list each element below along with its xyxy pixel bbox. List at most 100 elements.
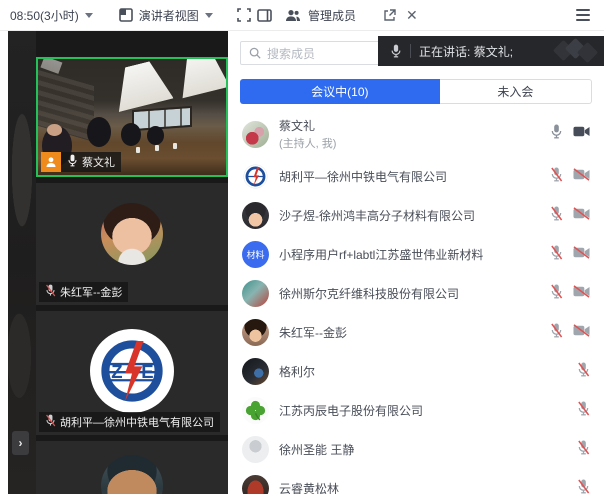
member-av-controls [550,206,590,226]
camera-muted-icon[interactable] [573,245,590,264]
mic-muted-icon[interactable] [577,479,590,494]
member-avatar-flower-photo [242,120,269,148]
member-av-controls [550,124,590,144]
camera-on-icon[interactable] [573,125,590,143]
mic-muted-icon[interactable] [577,401,590,421]
participant-avatar [101,203,163,265]
member-av-controls [577,479,590,494]
member-name: 云睿黄松林 [279,482,340,494]
member-name: 蔡文礼 [279,119,316,133]
video-tile-partial[interactable] [36,441,228,494]
main-stage-video-edge [8,31,36,494]
mic-muted-icon [45,284,56,300]
expand-panel-arrow[interactable]: › [12,431,29,455]
room-window [132,105,193,132]
video-thumbnail-column: 蔡文礼 朱红军--金彭 Z E 胡利平—徐州中铁电气有限公司 [36,31,228,494]
popout-panel-button[interactable] [380,6,398,24]
tab-in-meeting[interactable]: 会议中(10) [240,79,440,104]
camera-muted-icon[interactable] [573,323,590,342]
member-name: 胡利平—徐州中铁电气有限公司 [279,170,448,184]
video-tile[interactable]: Z E 胡利平—徐州中铁电气有限公司 [36,311,228,435]
now-speaking-toast: 正在讲话: 蔡文礼; [378,36,604,66]
meeting-time-dropdown[interactable]: 08:50(3小时) [10,7,93,24]
member-row[interactable]: 朱红军--金彭 [228,313,604,352]
member-avatar-dark-photo [242,358,269,385]
camera-muted-icon[interactable] [573,284,590,303]
svg-text:E: E [141,361,153,382]
member-avatar-red-photo [242,475,269,494]
mic-muted-icon[interactable] [550,323,563,343]
now-speaking-name: 蔡文礼; [473,44,514,59]
video-tile-active-speaker[interactable]: 蔡文礼 [36,57,228,177]
member-avatar-cartoon-face [242,202,269,229]
mic-muted-icon [45,414,56,430]
view-mode-label: 演讲者视图 [138,8,199,23]
member-av-controls [577,401,590,421]
camera-muted-icon[interactable] [573,206,590,225]
member-row[interactable]: 蔡文礼 (主持人, 我) [228,111,604,157]
search-placeholder: 搜索成员 [267,46,316,61]
mic-active-icon [390,44,402,58]
tab-not-joined[interactable]: 未入会 [439,79,592,104]
member-name: 朱红军--金彭 [279,326,347,340]
search-icon [249,47,261,59]
mic-muted-icon[interactable] [550,206,563,226]
panel-title: 管理成员 [308,8,357,23]
mic-muted-icon[interactable] [550,284,563,304]
manage-members-panel: 搜索成员 正在讲话: 蔡文礼; 会议中(10) 未入会 蔡文礼 (主持人, 我) [228,31,604,494]
member-name: 格利尔 [279,365,316,379]
app-watermark-logo [552,37,599,64]
member-name: 沙子煜-徐州鸿丰高分子材料有限公司 [279,209,475,223]
member-name: 徐州斯尔克纤维科技股份有限公司 [279,287,460,301]
member-name: 江苏丙辰电子股份有限公司 [279,404,424,418]
member-av-controls [577,440,590,460]
member-row[interactable]: 徐州圣能 王静 [228,430,604,469]
member-row[interactable]: 格利尔 [228,352,604,391]
member-name: 小程序用户rf+labtl江苏盛世伟业新材料 [279,248,484,262]
member-list: 蔡文礼 (主持人, 我) 胡利平—徐州中铁电气有限公司 沙子煜-徐州鸿丰高分子材… [228,111,604,494]
mic-muted-icon[interactable] [577,440,590,460]
speaker-view-icon [117,6,135,24]
member-avatar-blue-text: 材料 [242,241,269,268]
video-tile-name: 蔡文礼 [82,157,115,169]
main-stage-sliver: › [0,31,36,494]
video-tile[interactable]: 朱红军--金彭 [36,183,228,305]
camera-muted-icon[interactable] [573,167,590,186]
mic-muted-icon[interactable] [550,167,563,187]
member-av-controls [550,284,590,304]
host-badge-icon [41,152,61,172]
member-row[interactable]: 胡利平—徐州中铁电气有限公司 [228,157,604,196]
member-tabs: 会议中(10) 未入会 [240,79,592,104]
svg-text:Z: Z [111,361,122,382]
mic-on-icon [67,154,78,170]
menu-button[interactable] [574,7,592,23]
member-row[interactable]: 材料 小程序用户rf+labtl江苏盛世伟业新材料 [228,235,604,274]
member-av-controls [577,362,590,382]
member-avatar-clover [242,397,269,424]
member-row[interactable]: 江苏丙辰电子股份有限公司 [228,391,604,430]
member-avatar-gray-photo [242,436,269,463]
mic-muted-icon[interactable] [550,245,563,265]
view-mode-dropdown[interactable]: 演讲者视图 [117,6,213,24]
member-avatar-girl-photo [242,319,269,346]
close-panel-button[interactable]: ✕ [404,8,420,22]
now-speaking-label: 正在讲话: [419,44,471,59]
mic-on-icon[interactable] [550,124,563,144]
member-row[interactable]: 沙子煜-徐州鸿丰高分子材料有限公司 [228,196,604,235]
meeting-app-window: 08:50(3小时) 演讲者视图 管理成员 ✕ › 蔡文礼 朱红军--金彭 Z … [0,0,604,494]
member-av-controls [550,167,590,187]
top-toolbar: 08:50(3小时) 演讲者视图 管理成员 ✕ [0,0,604,31]
company-logo: Z E [90,329,174,413]
member-row[interactable]: 云睿黄松林 [228,469,604,494]
meeting-time-label: 08:50(3小时) [10,8,79,23]
members-icon [284,6,302,24]
member-name: 徐州圣能 王静 [279,443,355,457]
member-avatar-zte-logo [242,163,269,190]
member-avatar-photo [242,280,269,307]
member-row[interactable]: 徐州斯尔克纤维科技股份有限公司 [228,274,604,313]
member-av-controls [550,323,590,343]
video-tile-name: 胡利平—徐州中铁电气有限公司 [60,417,214,429]
chevron-down-icon [84,12,93,18]
chevron-down-icon [204,12,213,18]
mic-muted-icon[interactable] [577,362,590,382]
